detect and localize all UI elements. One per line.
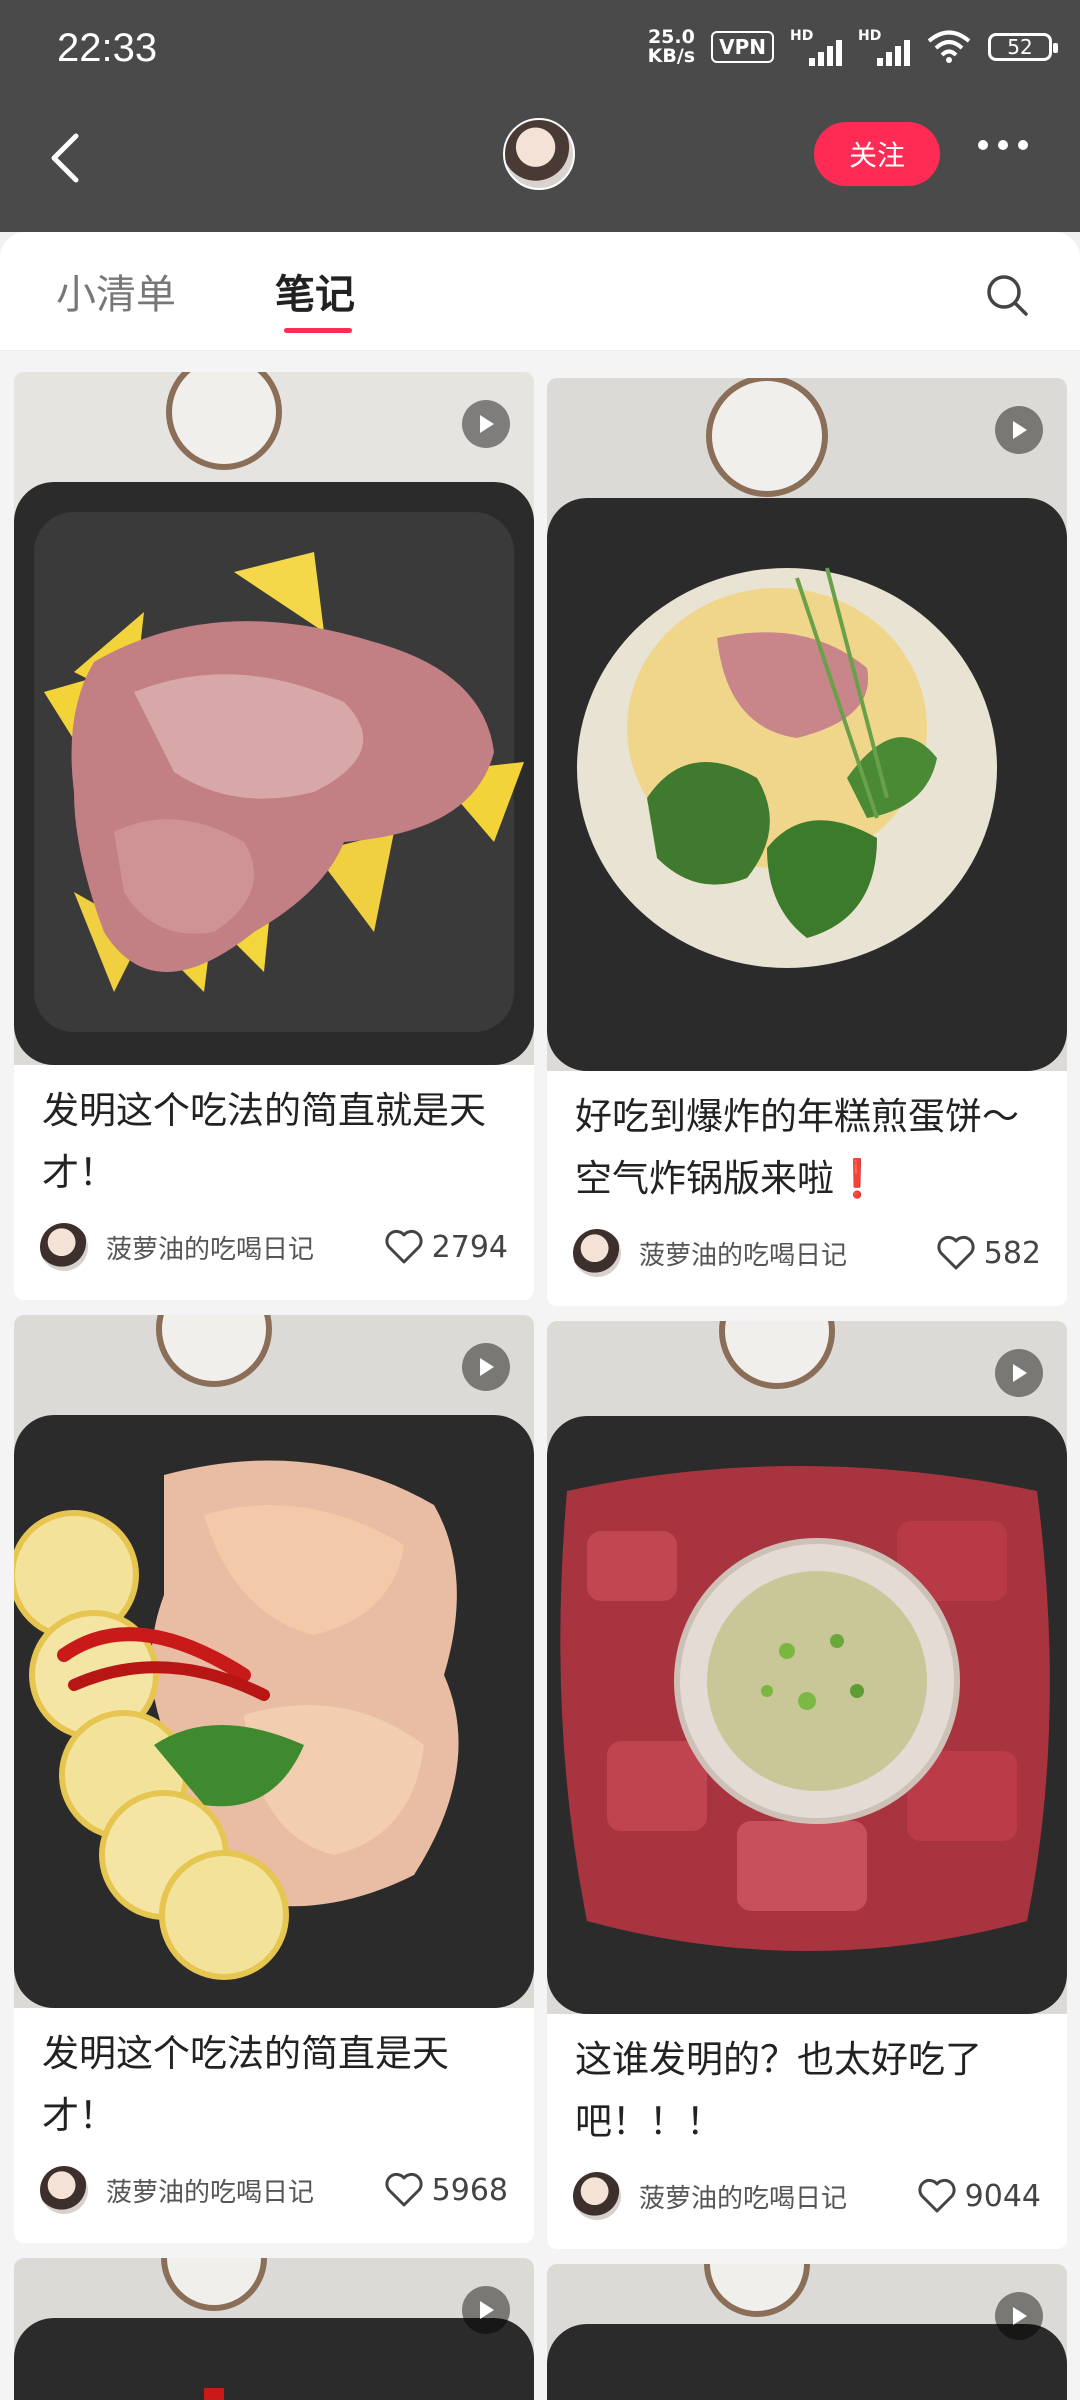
author-avatar[interactable] (40, 2166, 88, 2214)
video-play-icon (995, 2292, 1043, 2340)
note-card[interactable]: 这谁发明的？也太好吃了吧！！！ 菠萝油的吃喝日记 9044 (547, 1321, 1067, 2249)
more-icon[interactable] (978, 140, 1028, 150)
tab-bar: 小清单 笔记 (0, 232, 1080, 351)
note-title: 发明这个吃法的简直是天才！ (42, 2032, 449, 2137)
note-title: 好吃到爆炸的年糕煎蛋饼～空气炸锅版来啦❗ (575, 1095, 1019, 1200)
note-card[interactable]: 发明这个吃法的简直是天才！ 菠萝油的吃喝日记 5968 (14, 1315, 534, 2243)
heart-icon (937, 1235, 975, 1270)
avatar[interactable] (503, 118, 575, 190)
vpn-icon: VPN (711, 31, 774, 63)
status-icons: 25.0 KB/s VPN HD HD 52 (648, 28, 1058, 66)
net-speed-unit: KB/s (647, 45, 696, 67)
note-card-partial[interactable] (14, 2258, 534, 2400)
top-bar: 22:33 25.0 KB/s VPN HD HD 52 关注 (0, 0, 1080, 232)
note-cover-image (14, 1315, 534, 2008)
follow-button[interactable]: 关注 (814, 122, 940, 186)
author-avatar[interactable] (40, 1223, 88, 1271)
note-cover-image (547, 1321, 1067, 2014)
like-button[interactable]: 5968 (384, 2172, 508, 2208)
heart-icon (385, 2172, 423, 2207)
video-play-icon (462, 1343, 510, 1391)
author-avatar[interactable] (573, 1229, 621, 1277)
author-name[interactable]: 菠萝油的吃喝日记 (639, 2178, 917, 2215)
note-card[interactable]: 发明这个吃法的简直就是天才！ 菠萝油的吃喝日记 2794 (14, 372, 534, 1300)
wifi-icon (927, 30, 971, 63)
like-button[interactable]: 582 (936, 1235, 1041, 1271)
note-meta: 菠萝油的吃喝日记 582 (573, 1228, 1041, 1278)
video-play-icon (995, 1349, 1043, 1397)
tab-notes[interactable]: 笔记 (275, 262, 355, 320)
author-name[interactable]: 菠萝油的吃喝日记 (106, 2172, 384, 2209)
note-cover-image (547, 378, 1067, 1071)
like-count: 5968 (431, 2172, 508, 2208)
author-name[interactable]: 菠萝油的吃喝日记 (106, 1229, 384, 1266)
like-button[interactable]: 2794 (384, 1229, 508, 1265)
like-count: 582 (983, 1235, 1041, 1271)
battery-icon: 52 (988, 33, 1058, 61)
video-play-icon (995, 406, 1043, 454)
net-speed: 25.0 KB/s (648, 28, 695, 66)
tab-checklist[interactable]: 小清单 (56, 262, 176, 320)
back-button[interactable] (40, 128, 90, 188)
status-time: 22:33 (57, 26, 158, 70)
signal-icon: HD (790, 28, 842, 66)
note-card[interactable]: 好吃到爆炸的年糕煎蛋饼～空气炸锅版来啦❗ 菠萝油的吃喝日记 582 (547, 378, 1067, 1306)
note-card-partial[interactable] (547, 2264, 1067, 2400)
author-avatar[interactable] (573, 2172, 621, 2220)
note-meta: 菠萝油的吃喝日记 5968 (40, 2165, 508, 2215)
note-cover-image (14, 372, 534, 1065)
heart-icon (385, 1229, 423, 1264)
heart-icon (918, 2178, 956, 2213)
video-play-icon (462, 2286, 510, 2334)
signal-icon-2: HD (858, 28, 910, 66)
note-meta: 菠萝油的吃喝日记 2794 (40, 1222, 508, 1272)
tab-active-indicator (284, 328, 352, 333)
search-icon[interactable] (984, 272, 1030, 318)
note-cover-image (14, 2258, 534, 2400)
video-play-icon (462, 400, 510, 448)
author-name[interactable]: 菠萝油的吃喝日记 (639, 1235, 936, 1272)
note-title: 这谁发明的？也太好吃了吧！！！ (575, 2038, 982, 2143)
like-count: 2794 (431, 1229, 508, 1265)
note-meta: 菠萝油的吃喝日记 9044 (573, 2171, 1041, 2221)
like-count: 9044 (964, 2178, 1041, 2214)
like-button[interactable]: 9044 (917, 2178, 1041, 2214)
note-title: 发明这个吃法的简直就是天才！ (42, 1089, 486, 1194)
note-cover-image (547, 2264, 1067, 2400)
